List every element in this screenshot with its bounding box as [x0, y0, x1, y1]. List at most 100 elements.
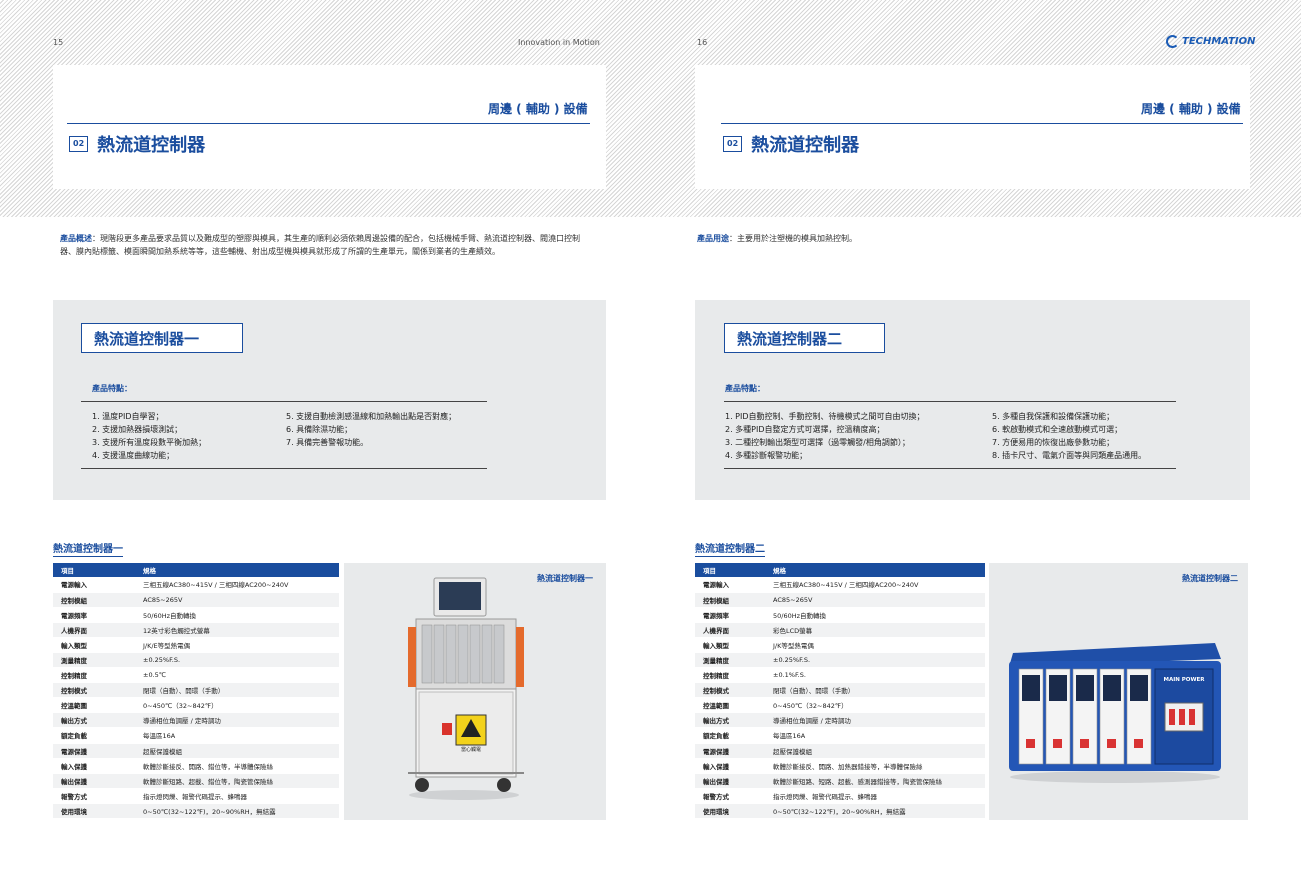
table-row: 電源頻率 50/60Hz自動轉換	[695, 607, 985, 623]
table-row: 電源輸入 三相五線AC380~415V / 三相四線AC200~240V	[53, 577, 339, 593]
spec-item-cell: 電源頻率	[695, 607, 765, 623]
left-features-top-rule	[81, 401, 487, 402]
table-row: 電源保護 超壓保護模組	[695, 743, 985, 759]
table-header-spec: 規格	[135, 563, 339, 577]
feature-item: 6. 軟啟動模式和全速啟動模式可選；	[992, 425, 1123, 434]
table-row: 額定負載 每溫區16A	[53, 727, 339, 744]
spec-item-cell: 電源保護	[695, 743, 765, 759]
right-product-image-panel: MAIN POWER	[989, 563, 1248, 820]
right-page-number: 16	[697, 38, 708, 47]
spec-value-cell: AC85~265V	[765, 592, 985, 608]
spec-value-cell: 0~50℃(32~122℉)，20~90%RH，無結露	[135, 803, 339, 820]
table-row: 控制精度 ±0.5℃	[53, 667, 339, 684]
right-spec-table: 項目 規格 電源輸入 三相五線AC380~415V / 三相四線AC200~240…	[695, 563, 985, 820]
spec-value-cell: 超壓保護模組	[135, 743, 339, 759]
feature-item: 4. 支援溫度曲線功能；	[92, 451, 175, 460]
right-features-col2: 5. 多種自我保護和設備保護功能； 6. 軟啟動模式和全速啟動模式可選； 7. …	[992, 410, 1146, 462]
spec-item-cell: 控制模式	[695, 682, 765, 699]
feature-item: 3. 支援所有溫度段數平衡加熱；	[92, 438, 207, 447]
spec-item-cell: 控制模式	[53, 682, 135, 699]
left-page-title: 熱流道控制器	[97, 135, 206, 156]
spec-item-cell: 輸入保護	[53, 758, 135, 774]
right-section-rule	[721, 123, 1243, 124]
left-features-col2: 5. 支援自動檢測感溫線和加熱輸出點是否對應； 6. 具備除濕功能； 7. 具備…	[286, 410, 456, 449]
right-intro-text: ：主要用於注塑機的模具加熱控制。	[729, 234, 857, 243]
table-row: 控制模組 AC85~265V	[53, 592, 339, 608]
spec-item-cell: 電源輸入	[53, 577, 135, 593]
spec-value-cell: 彩色LCD螢幕	[765, 622, 985, 638]
left-feature-box-title: 熱流道控制器一	[81, 323, 243, 353]
spec-item-cell: 輸出方式	[695, 712, 765, 729]
feature-item: 8. 插卡尺寸、電氣介面等與同類產品通用。	[992, 451, 1147, 460]
spec-item-cell: 輸出保護	[695, 773, 765, 789]
right-page-title: 熱流道控制器	[751, 135, 860, 156]
table-header-row: 項目 規格	[695, 563, 985, 577]
table-row: 報警方式 指示燈閃爍、報警代碼提示、蜂鳴器	[695, 788, 985, 804]
spec-item-cell: 人機界面	[53, 622, 135, 638]
spec-value-cell: 0~50℃(32~122℉)，20~90%RH，無結露	[765, 803, 985, 820]
spec-value-cell: 導通相位角調壓 / 定時調功	[135, 712, 339, 729]
spec-item-cell: 使用環境	[53, 803, 135, 820]
table-row: 控制模式 閉環（自動）、開環（手動）	[53, 682, 339, 699]
right-feature-box-title: 熱流道控制器二	[724, 323, 885, 353]
table-row: 測量精度 ±0.25%F.S.	[53, 652, 339, 669]
table-row: 額定負載 每溫區16A	[695, 727, 985, 744]
spec-item-cell: 輸出保護	[53, 773, 135, 789]
feature-item: 2. 支援加熱器損壞測試；	[92, 425, 183, 434]
left-table-heading: 熱流道控制器一	[53, 540, 123, 557]
spec-item-cell: 人機界面	[695, 622, 765, 638]
table-row: 報警方式 指示燈閃爍、報警代碼提示、蜂鳴器	[53, 788, 339, 804]
left-features-bottom-rule	[81, 468, 487, 469]
table-row: 輸出保護 軟體診斷短路、超載、錯位等，陶瓷管保險絲	[53, 773, 339, 789]
spec-item-cell: 控制模組	[53, 592, 135, 608]
table-row: 使用環境 0~50℃(32~122℉)，20~90%RH，無結露	[53, 803, 339, 820]
spec-value-cell: 12英寸彩色觸控式螢幕	[135, 622, 339, 638]
right-features-col1: 1. PID自動控制、手動控制、待機模式之間可自由切換； 2. 多種PID自整定…	[725, 410, 925, 462]
spec-value-cell: 閉環（自動）、開環（手動）	[135, 682, 339, 699]
table-header-spec: 規格	[765, 563, 985, 577]
spec-item-cell: 報警方式	[695, 788, 765, 804]
right-image-label: 熱流道控制器二	[1182, 574, 1238, 583]
spec-value-cell: J/K等型熱電偶	[765, 637, 985, 653]
spec-item-cell: 使用環境	[695, 803, 765, 820]
table-row: 電源輸入 三相五線AC380~415V / 三相四線AC200~240V	[695, 577, 985, 593]
right-intro-lead: 產品用途	[697, 234, 729, 243]
spec-value-cell: 50/60Hz自動轉換	[135, 607, 339, 623]
table-row: 測量精度 ±0.25%F.S.	[695, 652, 985, 669]
feature-item: 1. 溫度PID自學習；	[92, 412, 164, 421]
right-header-panel	[695, 65, 1250, 189]
spec-value-cell: AC85~265V	[135, 592, 339, 608]
right-features-top-rule	[724, 401, 1176, 402]
feature-item: 1. PID自動控制、手動控制、待機模式之間可自由切換；	[725, 412, 925, 421]
left-page-number: 15	[53, 38, 64, 47]
left-features-label: 產品特點：	[92, 384, 132, 393]
table-row: 電源頻率 50/60Hz自動轉換	[53, 607, 339, 623]
left-chapter-number: 02	[69, 136, 89, 152]
feature-item: 7. 方便易用的恢復出廠參數功能；	[992, 438, 1115, 447]
spec-item-cell: 額定負載	[695, 727, 765, 744]
hot-runner-controller-box-image: MAIN POWER	[1009, 643, 1221, 783]
table-row: 人機界面 彩色LCD螢幕	[695, 622, 985, 638]
left-intro-text: ：現階段更多產品要求品質以及難成型的塑膠與模具，其生產的順利必須依賴周邊設備的配…	[60, 234, 580, 256]
spec-value-cell: 指示燈閃爍、報警代碼提示、蜂鳴器	[135, 788, 339, 804]
table-row: 人機界面 12英寸彩色觸控式螢幕	[53, 622, 339, 638]
spec-value-cell: 50/60Hz自動轉換	[765, 607, 985, 623]
main-power-label: MAIN POWER	[1163, 677, 1205, 683]
feature-item: 3. 二種控制輸出類型可選擇（過零觸發/相角調節）；	[725, 438, 910, 447]
feature-item: 5. 支援自動檢測感溫線和加熱輸出點是否對應；	[286, 412, 457, 421]
table-row: 輸入保護 軟體診斷接反、開路、加熱器錯接等，半導體保險絲	[695, 758, 985, 774]
table-row: 使用環境 0~50℃(32~122℉)，20~90%RH，無結露	[695, 803, 985, 820]
spec-value-cell: ±0.25%F.S.	[765, 652, 985, 669]
spec-value-cell: ±0.5℃	[135, 667, 339, 684]
warning-label: 當心觸電	[461, 746, 481, 753]
table-row: 控制模式 閉環（自動）、開環（手動）	[695, 682, 985, 699]
spec-item-cell: 報警方式	[53, 788, 135, 804]
left-spec-table: 項目 規格 電源輸入 三相五線AC380~415V / 三相四線AC200~240…	[53, 563, 339, 820]
table-row: 電源保護 超壓保護模組	[53, 743, 339, 759]
spec-item-cell: 電源頻率	[53, 607, 135, 623]
techmation-logo-icon	[1166, 35, 1179, 48]
left-features-col1: 1. 溫度PID自學習； 2. 支援加熱器損壞測試； 3. 支援所有溫度段數平衡…	[92, 410, 206, 462]
left-title-block: 02 熱流道控制器	[69, 131, 205, 157]
left-header-panel	[53, 65, 606, 189]
right-chapter-number: 02	[723, 136, 743, 152]
